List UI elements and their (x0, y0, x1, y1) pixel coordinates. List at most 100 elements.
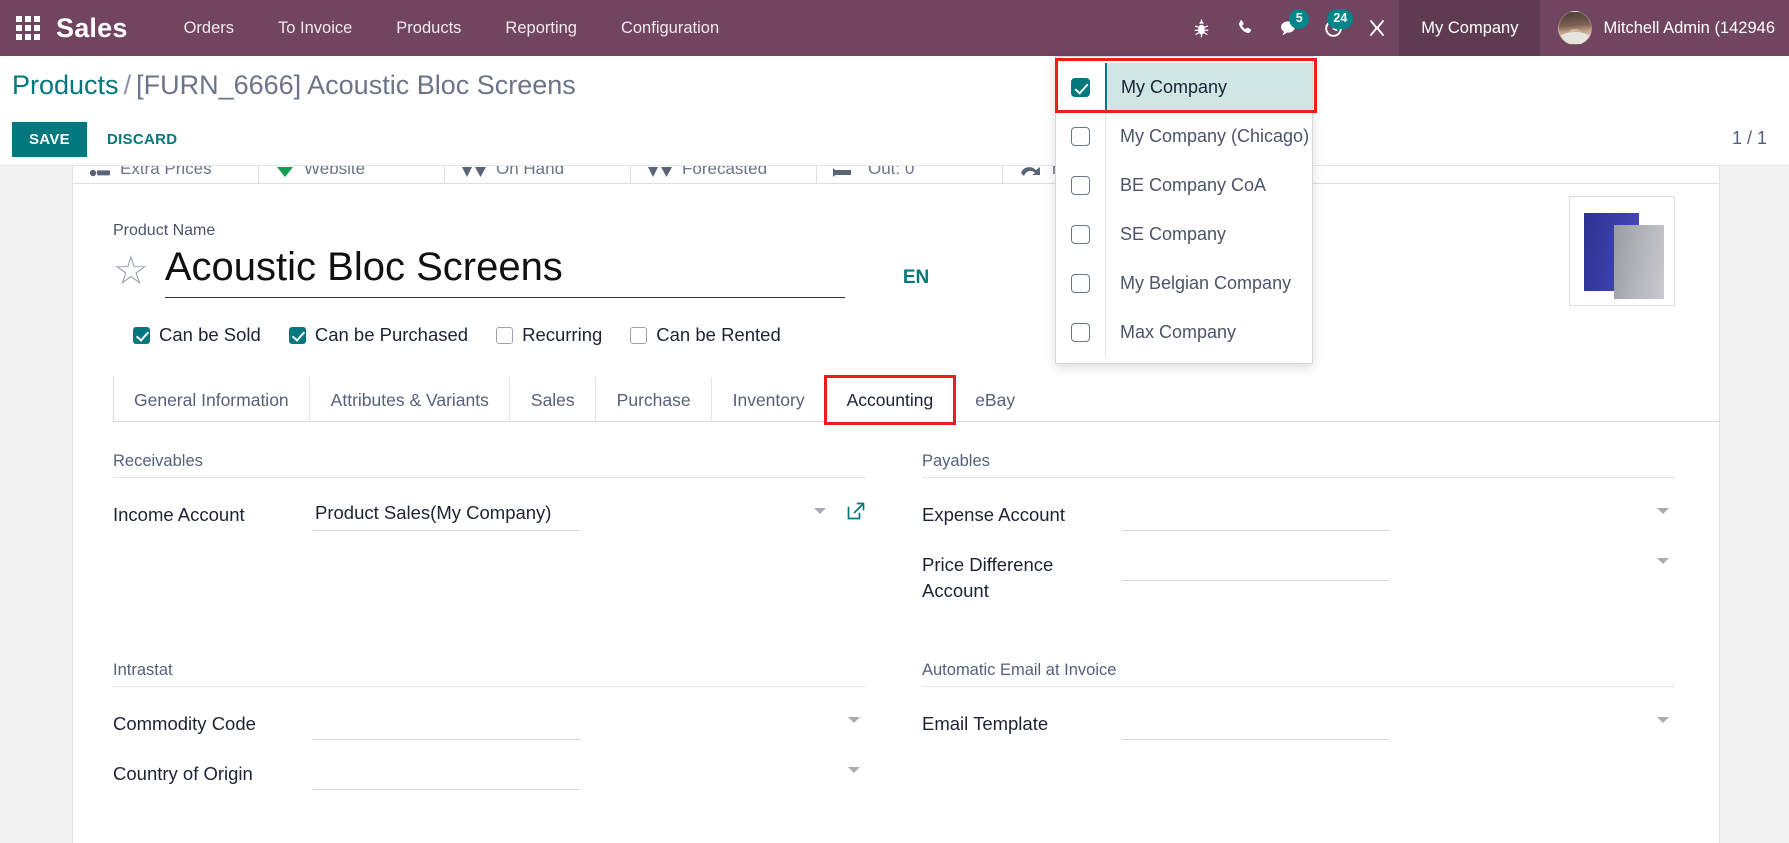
company-checkbox[interactable] (1071, 127, 1090, 146)
tab-sales[interactable]: Sales (510, 377, 596, 422)
company-option-my-belgian-company[interactable]: My Belgian Company (1056, 259, 1312, 308)
discard-button[interactable]: DISCARD (93, 122, 191, 157)
messages-icon[interactable]: 5 (1267, 0, 1311, 56)
price-tag-icon (89, 167, 111, 179)
company-option-label[interactable]: Max Company (1105, 308, 1312, 357)
checkbox-box[interactable] (630, 326, 648, 344)
smart-button-website[interactable]: Website (259, 166, 445, 183)
income-account-input[interactable] (313, 502, 580, 531)
product-name-input[interactable] (164, 245, 845, 298)
company-checkbox-cell[interactable] (1056, 308, 1105, 357)
company-checkbox-cell[interactable] (1056, 63, 1105, 112)
company-checkbox-cell[interactable] (1056, 112, 1105, 161)
apps-grid-icon[interactable] (0, 0, 56, 56)
checkbox-box[interactable] (133, 326, 150, 344)
email-template-value-wrap (1122, 704, 1675, 740)
commodity-code-input[interactable] (313, 711, 580, 740)
company-checkbox-cell[interactable] (1056, 210, 1105, 259)
company-switcher-dropdown: My Company My Company (Chicago) BE Compa… (1055, 56, 1313, 364)
checkbox-label: Can be Rented (656, 324, 781, 345)
checkbox-box[interactable] (288, 326, 306, 344)
company-option-label[interactable]: SE Company (1105, 210, 1312, 259)
company-option-label[interactable]: My Company (Chicago) (1105, 112, 1312, 161)
company-checkbox-cell[interactable] (1056, 259, 1105, 308)
menu-item-reporting[interactable]: Reporting (483, 0, 599, 56)
company-option-label[interactable]: My Company (1105, 63, 1312, 112)
checkbox-can-be-sold[interactable]: Can be Sold (133, 324, 261, 346)
phone-icon[interactable] (1223, 0, 1267, 56)
tab-attributes-variants[interactable]: Attributes & Variants (310, 377, 510, 422)
checkbox-recurring[interactable]: Recurring (496, 324, 602, 346)
company-option-label[interactable]: My Belgian Company (1105, 259, 1312, 308)
price-difference-select-wrap (1122, 552, 1675, 581)
apps-grid-dots (16, 16, 40, 40)
checkbox-box[interactable] (496, 326, 514, 344)
language-badge-en[interactable]: EN (903, 267, 929, 289)
wrench-icon[interactable] (1355, 0, 1399, 56)
smart-button-out[interactable]: Out: 0 (817, 166, 1003, 183)
sheet-scroll-area: Extra Prices Website On Hand Forecasted … (0, 166, 1789, 843)
user-menu[interactable]: Mitchell Admin (142946 (1540, 0, 1789, 56)
expense-account-value-wrap (1122, 495, 1675, 531)
income-account-label: Income Account (113, 504, 245, 525)
odoo-sales-product-form: Sales Orders To Invoice Products Reporti… (0, 0, 1789, 843)
activities-badge: 24 (1327, 9, 1354, 29)
tab-general-information[interactable]: General Information (113, 377, 310, 422)
main-menu: Orders To Invoice Products Reporting Con… (162, 0, 742, 56)
company-checkbox[interactable] (1071, 78, 1090, 97)
company-switcher-button[interactable]: My Company (1399, 0, 1541, 56)
save-button[interactable]: SAVE (12, 122, 87, 157)
checkbox-can-be-rented[interactable]: Can be Rented (630, 324, 781, 346)
company-checkbox[interactable] (1071, 323, 1090, 342)
company-option-my-company[interactable]: My Company (1056, 63, 1312, 112)
company-checkbox[interactable] (1071, 274, 1090, 293)
company-option-se-company[interactable]: SE Company (1056, 210, 1312, 259)
expense-account-select-wrap (1122, 502, 1675, 531)
smart-button-strip: Extra Prices Website On Hand Forecasted … (73, 166, 1719, 184)
internal-link-icon[interactable] (846, 501, 866, 526)
company-option-be-company-coa[interactable]: BE Company CoA (1056, 161, 1312, 210)
country-of-origin-input[interactable] (313, 761, 580, 790)
expense-account-input[interactable] (1122, 502, 1389, 531)
country-of-origin-value-wrap (313, 754, 866, 790)
product-title-row: ☆ EN (113, 245, 1679, 298)
company-checkbox[interactable] (1071, 176, 1090, 195)
control-panel-buttons: SAVE DISCARD (12, 122, 191, 157)
menu-item-products[interactable]: Products (374, 0, 483, 56)
tab-ebay[interactable]: eBay (954, 377, 1036, 422)
company-option-max-company[interactable]: Max Company (1056, 308, 1312, 357)
app-brand-sales[interactable]: Sales (56, 13, 128, 44)
activities-clock-icon[interactable]: 24 (1311, 0, 1355, 56)
smart-button-label: Forecasted (682, 166, 768, 178)
price-difference-input[interactable] (1122, 552, 1389, 581)
chevron-down-icon (848, 767, 860, 773)
smart-button-forecasted[interactable]: Forecasted (631, 166, 817, 183)
commodity-code-select-wrap (313, 711, 866, 740)
checkbox-can-be-purchased[interactable]: Can be Purchased (288, 324, 468, 346)
smart-button-label: Out: 0 (868, 166, 915, 178)
record-pager[interactable]: 1 / 1 (1732, 128, 1767, 149)
email-template-input[interactable] (1122, 711, 1389, 740)
star-outline-icon[interactable]: ☆ (113, 251, 149, 291)
field-income-account: Income Account (113, 495, 866, 537)
menu-item-orders[interactable]: Orders (162, 0, 256, 56)
company-option-label[interactable]: BE Company CoA (1105, 161, 1312, 210)
menu-item-configuration[interactable]: Configuration (599, 0, 741, 56)
cubes-icon (647, 166, 673, 179)
company-checkbox[interactable] (1071, 225, 1090, 244)
smart-button-on-hand[interactable]: On Hand (445, 166, 631, 183)
bug-icon[interactable] (1179, 0, 1223, 56)
chevron-down-icon (1657, 508, 1669, 514)
breadcrumb-products-link[interactable]: Products (12, 70, 119, 100)
tab-inventory[interactable]: Inventory (712, 377, 826, 422)
smart-button-extra-prices[interactable]: Extra Prices (73, 166, 259, 183)
automatic-email-group-title: Automatic Email at Invoice (922, 661, 1675, 687)
company-checkbox-cell[interactable] (1056, 161, 1105, 210)
tab-accounting[interactable]: Accounting (825, 377, 955, 422)
company-option-my-company-chicago[interactable]: My Company (Chicago) (1056, 112, 1312, 161)
field-country-of-origin: Country of Origin (113, 754, 866, 796)
menu-item-to-invoice[interactable]: To Invoice (256, 0, 374, 56)
commodity-code-value-wrap (313, 704, 866, 740)
tab-purchase[interactable]: Purchase (596, 377, 712, 422)
income-account-select-wrap (313, 502, 832, 531)
